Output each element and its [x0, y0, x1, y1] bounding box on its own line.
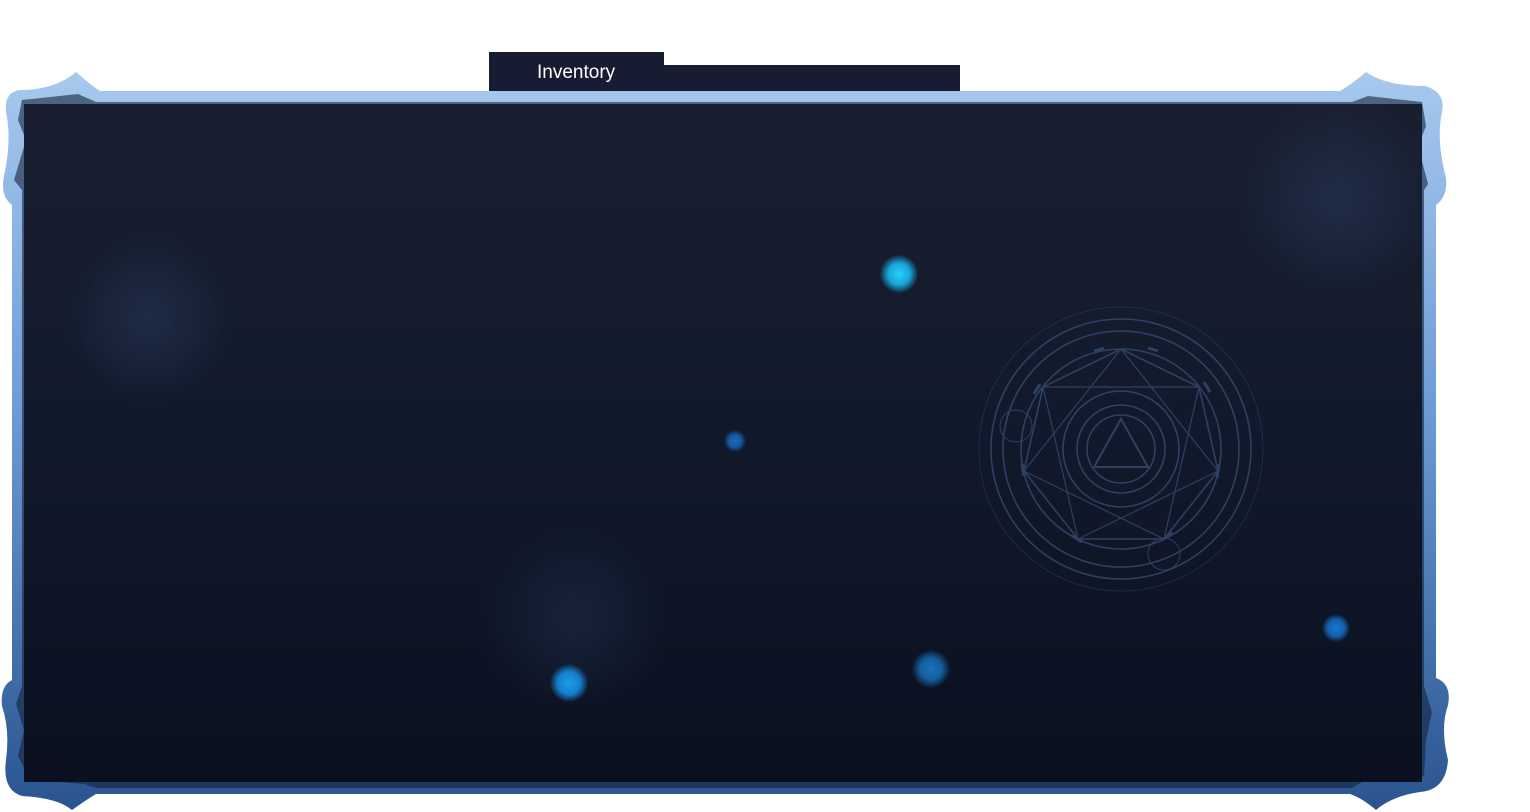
glow-orb-icon: [550, 664, 588, 702]
ambient-glow: [64, 234, 234, 404]
ambient-glow: [1234, 104, 1422, 294]
glow-orb-icon: [880, 255, 918, 293]
magic-circle-icon: [978, 306, 1264, 592]
inventory-panel: [24, 104, 1422, 782]
glow-orb-icon: [724, 430, 746, 452]
glow-orb-icon: [1322, 614, 1350, 642]
glow-orb-icon: [912, 650, 950, 688]
